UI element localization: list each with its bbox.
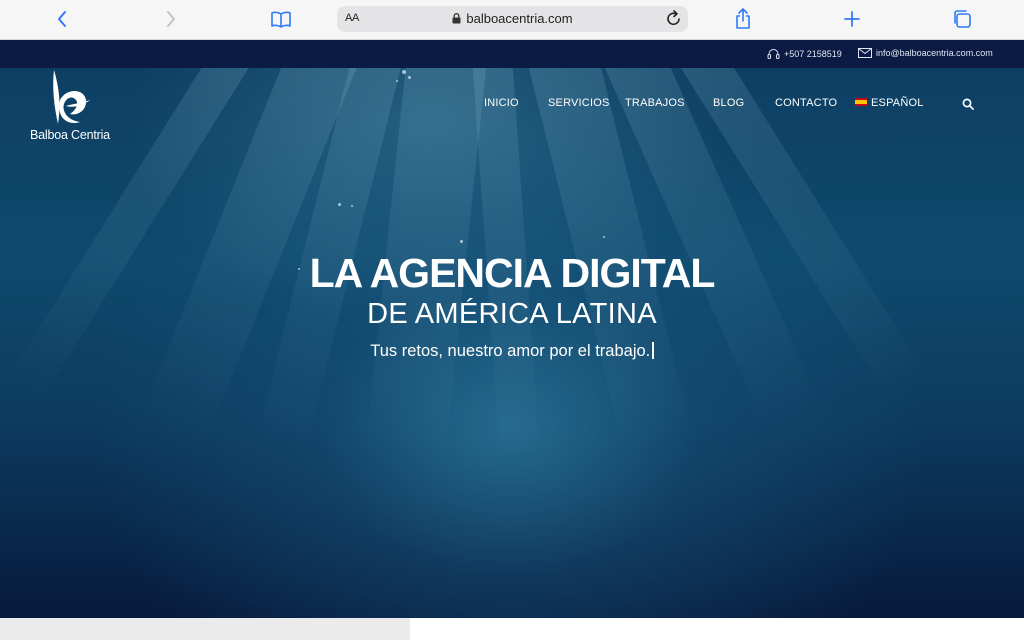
url-text: balboacentria.com [466,11,573,26]
browser-toolbar: AA balboacentria.com [0,0,1024,40]
reload-icon[interactable] [666,10,682,27]
tabs-icon [954,10,971,28]
phone-contact[interactable]: +507 2158519 [767,48,842,60]
hero-subheadline: DE AMÉRICA LATINA [367,298,657,330]
phone-number: +507 2158519 [784,49,842,59]
hero-headline: LA AGENCIA DIGITAL [309,250,716,296]
typing-cursor [652,342,654,359]
tabs-overview-button[interactable] [948,6,976,32]
bubble [396,80,398,82]
address-bar[interactable]: AA balboacentria.com [337,6,688,32]
headset-icon [767,49,780,59]
bubble [338,203,341,206]
forward-icon [167,11,175,27]
bubble [408,76,411,79]
contact-bar: +507 2158519 info@balboacentria.com.com [0,40,1024,68]
new-tab-icon [844,11,860,27]
email-address: info@balboacentria.com.com [876,48,993,58]
nav-item-inicio[interactable]: INICIO [484,97,519,109]
nav-item-servicios[interactable]: SERVICIOS [548,97,610,109]
back-icon [58,11,66,27]
main-nav: INICIO SERVICIOS TRABAJOS BLOG CONTACTO … [0,97,1024,111]
language-selector[interactable]: ESPAÑOL [855,97,924,109]
lock-icon [452,13,461,24]
spain-flag-icon [855,98,867,106]
search-button[interactable] [962,97,976,111]
share-button[interactable] [729,6,757,32]
bubble [460,240,463,243]
logo-text: Balboa Centria [30,128,110,142]
new-tab-button[interactable] [838,6,866,32]
language-label: ESPAÑOL [871,97,924,109]
bubble [351,205,353,207]
search-icon [962,98,974,110]
nav-item-blog[interactable]: BLOG [713,97,744,109]
bookmarks-icon [271,11,291,28]
bottom-panel-left [0,618,410,640]
bubble [603,236,605,238]
back-button[interactable] [48,6,76,32]
nav-item-contacto[interactable]: CONTACTO [775,97,837,109]
share-icon [736,8,750,29]
hero-tagline: Tus retos, nuestro amor por el trabajo. [0,342,1024,361]
tagline-text: Tus retos, nuestro amor por el trabajo. [370,342,651,360]
bottom-panel-right [410,618,1024,640]
website: +507 2158519 info@balboacentria.com.com … [0,40,1024,618]
nav-item-trabajos[interactable]: TRABAJOS [625,97,685,109]
bubble [402,70,406,74]
mail-icon [858,48,872,58]
forward-button[interactable] [157,6,185,32]
email-contact[interactable]: info@balboacentria.com.com [858,48,993,58]
bookmarks-button[interactable] [267,6,295,32]
